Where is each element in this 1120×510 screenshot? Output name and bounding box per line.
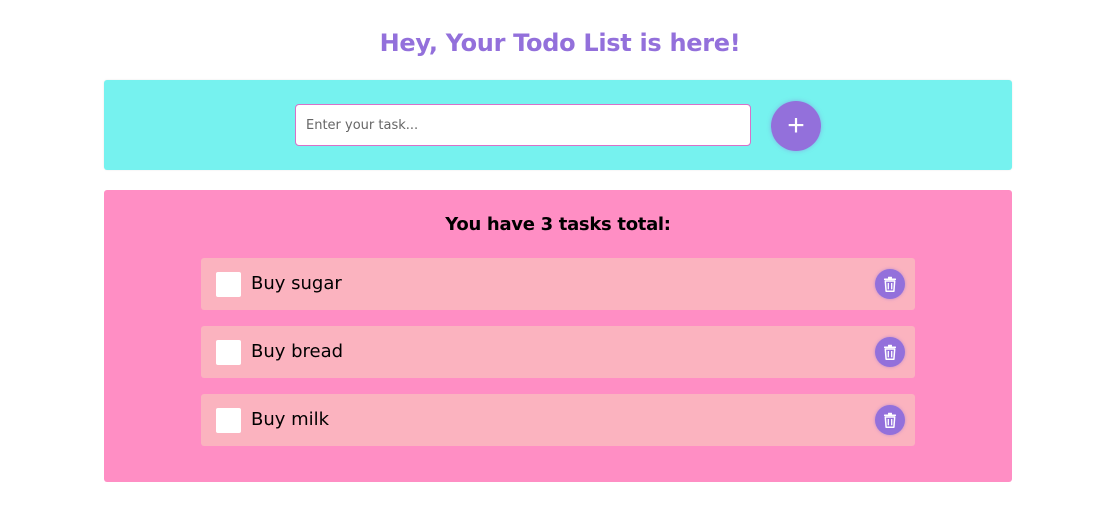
task-label: Buy milk <box>251 409 330 430</box>
task-checkbox[interactable] <box>216 408 241 433</box>
task-list: Buy sugar Buy bread Buy milk <box>201 258 915 462</box>
task-label: Buy bread <box>251 341 344 362</box>
task-item: Buy bread <box>201 326 915 378</box>
task-input[interactable] <box>295 104 751 146</box>
page-title: Hey, Your Todo List is here! <box>379 29 741 57</box>
task-list-panel: You have 3 tasks total: Buy sugar Buy br… <box>104 190 1012 482</box>
task-item: Buy milk <box>201 394 915 446</box>
task-checkbox[interactable] <box>216 272 241 297</box>
trash-icon <box>884 412 896 428</box>
trash-icon <box>884 344 896 360</box>
delete-task-button[interactable] <box>875 269 905 299</box>
task-input-panel: + <box>104 80 1012 170</box>
delete-task-button[interactable] <box>875 405 905 435</box>
task-checkbox[interactable] <box>216 340 241 365</box>
delete-task-button[interactable] <box>875 337 905 367</box>
trash-icon <box>884 276 896 292</box>
task-item: Buy sugar <box>201 258 915 310</box>
task-label: Buy sugar <box>251 273 342 294</box>
todo-app: Hey, Your Todo List is here! + You have … <box>0 0 1120 510</box>
plus-icon: + <box>787 109 805 142</box>
task-count-heading: You have 3 tasks total: <box>445 214 671 235</box>
add-task-button[interactable]: + <box>771 101 821 151</box>
